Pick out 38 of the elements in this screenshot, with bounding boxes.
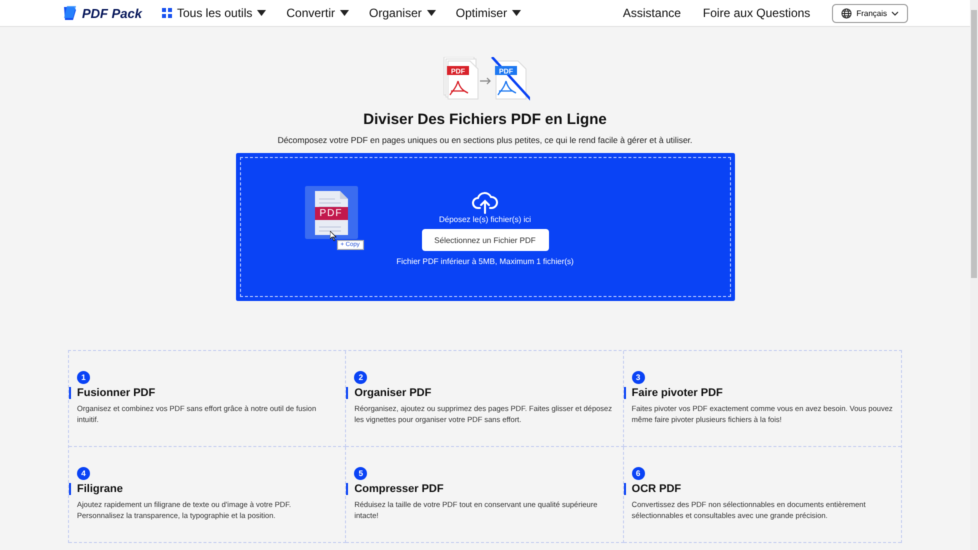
feature-title: Fusionner PDF — [69, 387, 338, 399]
step-number: 2 — [354, 371, 368, 384]
arrow-icon — [479, 77, 491, 85]
nav-menu[interactable]: Organiser — [369, 6, 436, 20]
step-number: 1 — [77, 371, 90, 384]
caret-icon — [257, 10, 266, 16]
chevron-icon — [891, 10, 899, 16]
logo-icon — [62, 5, 78, 21]
globe-icon — [841, 8, 852, 18]
nav-link[interactable]: Foire aux Questions — [702, 6, 810, 20]
feature-title: Compresser PDF — [346, 483, 615, 495]
step-number: 5 — [354, 467, 368, 480]
cloud-upload-icon — [472, 190, 498, 214]
caret-icon — [512, 10, 522, 16]
file-label: PDF — [314, 207, 348, 220]
nav-menu[interactable]: Convertir — [286, 6, 350, 20]
file-limit-note: Fichier PDF inférieur à 5MB, Maximum 1 fichier(s) — [396, 257, 574, 266]
caret-icon — [426, 10, 436, 16]
drop-hint: Déposez le(s) fichier(s) ici — [438, 215, 532, 224]
feature-title: Faire pivoter PDF — [624, 387, 893, 399]
nav-menu[interactable]: Tous les outils — [162, 6, 266, 20]
step-number: 6 — [632, 467, 645, 480]
nav-link[interactable]: Assistance — [622, 6, 681, 20]
feature-title: Filigrane — [69, 483, 338, 495]
feature-title: OCR PDF — [624, 483, 893, 495]
caret-icon — [340, 10, 350, 16]
logo-text[interactable]: PDF Pack — [82, 6, 142, 20]
scrollbar[interactable] — [970, 0, 978, 550]
feature-title: Organiser PDF — [346, 387, 615, 399]
grid-icon — [162, 8, 172, 18]
select-file-button[interactable]: Sélectionnez un Fichier PDF — [422, 229, 548, 251]
language-select[interactable]: Français — [832, 4, 908, 22]
step-number: 3 — [632, 371, 645, 384]
cursor-icon — [330, 231, 336, 241]
nav-menu[interactable]: Optimiser — [456, 6, 522, 20]
step-number: 4 — [77, 467, 90, 480]
page-subtitle: Décomposez votre PDF en pages uniques ou en sections plus petites, ce qui le rend facile à gérer et à utiliser. — [278, 135, 692, 145]
page-title: Diviser Des Fichiers PDF en Ligne — [363, 111, 607, 128]
